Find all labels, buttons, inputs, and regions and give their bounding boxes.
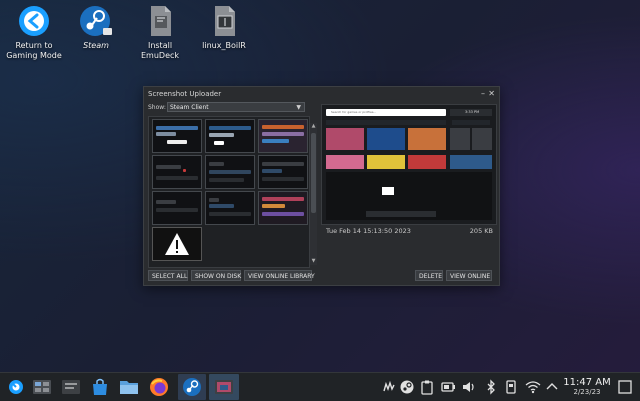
bluetooth-icon[interactable]	[483, 379, 499, 395]
screenshot-preview: Search for games or profiles... 3:33 PM	[321, 104, 497, 225]
view-online-button[interactable]: VIEW ONLINE	[446, 270, 492, 281]
steam-icon	[80, 6, 112, 36]
executable-file-icon	[215, 6, 235, 36]
screenshot-thumbnail-missing[interactable]	[152, 227, 202, 261]
screenshot-uploader-window: Screenshot Uploader – ✕ Show: Steam Clie…	[143, 86, 500, 286]
steam-tray-icon[interactable]	[399, 379, 415, 395]
screenshot-thumbnail[interactable]	[205, 191, 255, 225]
screenshot-thumbnail[interactable]	[152, 119, 202, 153]
desktop-icon-install-emudeck[interactable]: Install EmuDeck	[128, 4, 192, 61]
taskbar: 11:47 AM 2/23/23	[0, 372, 640, 401]
screenshot-timestamp: Tue Feb 14 15:13:50 2023	[326, 227, 411, 235]
preview-clock: 3:33 PM	[465, 110, 480, 114]
screenshot-filesize: 205 KB	[469, 227, 493, 235]
device-icon[interactable]	[503, 379, 519, 395]
screenshot-thumbnail[interactable]	[205, 155, 255, 189]
screenshot-thumbnail[interactable]	[258, 119, 308, 153]
return-arrow-icon	[19, 6, 49, 36]
window-titlebar[interactable]: Screenshot Uploader – ✕	[144, 87, 499, 101]
steam-task-icon[interactable]	[181, 376, 203, 398]
hands-gesture-icon[interactable]	[381, 379, 397, 395]
view-online-library-button[interactable]: VIEW ONLINE LIBRARY	[244, 270, 315, 281]
desktop-icon-return-to-gaming-mode[interactable]: Return to Gaming Mode	[2, 4, 66, 61]
scrollbar-thumb[interactable]	[311, 133, 316, 213]
grid-scrollbar[interactable]: ▲ ▼	[310, 123, 317, 265]
preview-search-text: Search for games or profiles...	[331, 110, 377, 114]
system-settings-icon[interactable]	[60, 376, 82, 398]
scroll-down-icon[interactable]: ▼	[310, 258, 317, 265]
screenshot-thumbnail[interactable]	[258, 155, 308, 189]
show-label: Show:	[148, 104, 166, 111]
scroll-up-icon[interactable]: ▲	[310, 123, 317, 130]
minimize-icon[interactable]: –	[481, 87, 485, 101]
screenshot-uploader-task-icon[interactable]	[213, 376, 235, 398]
preview-image	[322, 105, 496, 224]
screenshot-thumbnail[interactable]	[258, 191, 308, 225]
desktop-switcher-icon[interactable]	[31, 376, 53, 398]
steamos-logo-icon[interactable]	[5, 376, 27, 398]
file-icon	[151, 6, 171, 36]
clipboard-icon[interactable]	[419, 379, 435, 395]
show-desktop-icon[interactable]	[617, 379, 633, 395]
screenshot-thumbnail[interactable]	[152, 191, 202, 225]
screenshot-thumbnail[interactable]	[152, 155, 202, 189]
battery-icon[interactable]	[440, 379, 456, 395]
select-all-button[interactable]: SELECT ALL	[148, 270, 188, 281]
delete-button[interactable]: DELETE	[415, 270, 443, 281]
desktop-icon-label: linux_BoilR	[202, 41, 246, 50]
warning-icon	[165, 233, 189, 255]
discover-store-icon[interactable]	[89, 376, 111, 398]
window-title: Screenshot Uploader	[148, 90, 222, 98]
desktop-icon-linux-boilr[interactable]: linux_BoilR	[192, 4, 256, 51]
wifi-icon[interactable]	[525, 379, 541, 395]
file-manager-icon[interactable]	[118, 376, 140, 398]
volume-icon[interactable]	[461, 379, 477, 395]
taskbar-clock[interactable]: 11:47 AM 2/23/23	[563, 377, 611, 397]
chevron-up-icon[interactable]	[544, 379, 560, 395]
desktop-icon-label: Install EmuDeck	[140, 41, 180, 60]
screenshot-thumbnail[interactable]	[205, 119, 255, 153]
screenshot-grid	[148, 116, 310, 268]
firefox-icon[interactable]	[148, 376, 170, 398]
show-dropdown[interactable]: Steam Client ▼	[167, 102, 305, 112]
clock-date: 2/23/23	[573, 388, 601, 396]
show-dropdown-value: Steam Client	[170, 104, 209, 111]
desktop-icon-label: Steam	[83, 41, 109, 50]
close-icon[interactable]: ✕	[488, 87, 495, 101]
chevron-down-icon: ▼	[296, 104, 301, 111]
show-on-disk-button[interactable]: SHOW ON DISK	[191, 270, 241, 281]
desktop-icon-steam[interactable]: Steam	[64, 4, 128, 51]
desktop-icon-label: Return to Gaming Mode	[6, 41, 62, 60]
clock-time: 11:47 AM	[563, 377, 611, 388]
